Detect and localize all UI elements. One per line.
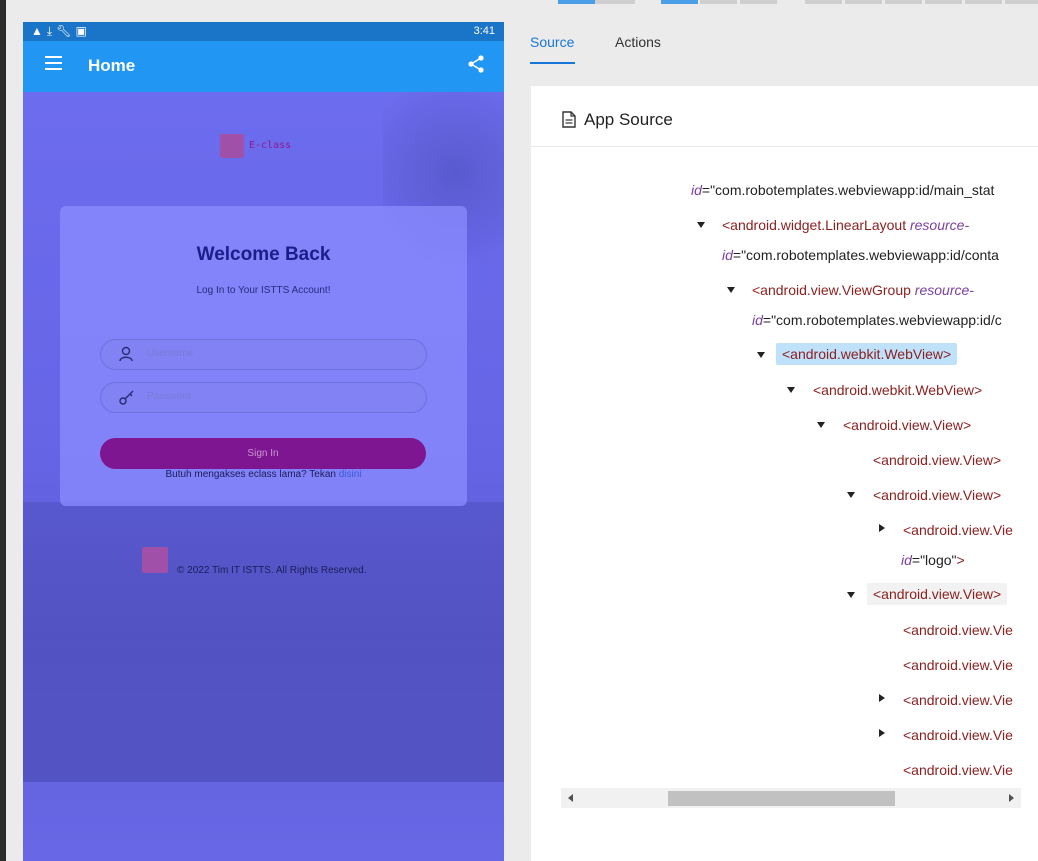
caret-down-icon[interactable]	[697, 222, 705, 228]
top-window-tabs	[520, 0, 1038, 4]
node-attr: resource-	[909, 217, 970, 233]
node-tag: <android.view.Vie	[903, 657, 1013, 673]
node-tag: <android.view.View>	[873, 452, 1002, 468]
node-tag: <android.view.View>	[873, 487, 1002, 503]
active-tab-indicator	[530, 62, 575, 64]
webview-content: E-class Welcome Back Log In to Your ISTT…	[23, 92, 504, 861]
password-field[interactable]: Password	[100, 382, 427, 413]
panel-title: App Source	[584, 110, 673, 129]
caret-right-icon[interactable]	[879, 694, 885, 702]
tree-node-selected[interactable]: <android.webkit.WebView>	[776, 343, 958, 365]
user-icon	[119, 346, 133, 362]
caret-right-icon[interactable]	[879, 524, 885, 532]
node-attr: id	[722, 247, 733, 263]
tree-node-continued: id="com.robotemplates.webviewapp:id/cont…	[722, 247, 999, 263]
legacy-eclass-text: Butuh mengakses eclass lama? Tekan disin…	[60, 469, 467, 480]
inspector-tabs: Source Actions	[520, 20, 1038, 72]
caret-down-icon[interactable]	[757, 352, 765, 358]
footer-copyright: © 2022 Tim IT ISTTS. All Rights Reserved…	[177, 565, 367, 576]
node-tag: <android.view.ViewGroup	[752, 282, 911, 298]
tree-node[interactable]: <android.widget.LinearLayout resource-	[722, 217, 969, 233]
sim-icon: ▣	[75, 24, 91, 38]
node-attr: resource-	[914, 282, 974, 298]
node-tag: <android.view.Vie	[903, 522, 1013, 538]
download-icon: ⤓	[46, 24, 57, 38]
node-attr: id	[752, 312, 763, 328]
welcome-heading: Welcome Back	[196, 244, 331, 265]
node-tag: <android.widget.LinearLayout	[722, 217, 907, 233]
tree-node-continued: id="com.robotemplates.webviewapp:id/c	[752, 312, 1002, 328]
node-tag: <android.webkit.WebView>	[813, 382, 983, 398]
tab-source[interactable]: Source	[530, 34, 574, 50]
share-icon[interactable]	[467, 55, 485, 73]
caret-right-icon[interactable]	[879, 729, 885, 737]
node-attr: id	[691, 182, 702, 198]
node-value: ="logo"	[911, 552, 957, 568]
scroll-right-icon[interactable]	[1009, 794, 1014, 802]
horizontal-scrollbar[interactable]	[561, 788, 1021, 808]
tree-node[interactable]: <android.view.Vie	[903, 692, 1013, 708]
status-bar: ▲⤓🔧︎▣ 3:41	[23, 22, 504, 41]
app-bar: Home	[23, 41, 504, 92]
tree-node[interactable]: <android.view.ViewGroup resource-	[752, 282, 974, 298]
username-placeholder: Username	[147, 348, 194, 359]
caret-down-icon[interactable]	[727, 287, 735, 293]
key-icon	[119, 390, 134, 405]
node-tag: <android.view.Vie	[903, 622, 1013, 638]
node-tag: <android.view.Vie	[903, 762, 1013, 778]
login-subtitle: Log In to Your ISTTS Account!	[196, 285, 331, 296]
app-bar-title: Home	[88, 56, 136, 75]
alert-icon: ▲	[31, 24, 47, 38]
file-icon	[562, 111, 576, 128]
tree-node-hovered[interactable]: <android.view.View>	[867, 583, 1008, 605]
caret-down-icon[interactable]	[817, 422, 825, 428]
caret-down-icon[interactable]	[847, 592, 855, 598]
source-tree: id="com.robotemplates.webviewapp:id/main…	[531, 146, 1038, 796]
node-value: ="com.robotemplates.webviewapp:id/main_s…	[701, 182, 995, 198]
tree-node[interactable]: <android.webkit.WebView>	[813, 382, 982, 398]
status-icons: ▲⤓🔧︎▣	[31, 24, 91, 39]
tree-node[interactable]: <android.view.View>	[873, 487, 1001, 503]
password-placeholder: Password	[147, 391, 191, 402]
tree-node[interactable]: <android.view.Vie	[903, 522, 1013, 538]
code-icon	[220, 134, 244, 158]
tree-node[interactable]: id="com.robotemplates.webviewapp:id/main…	[691, 182, 994, 198]
tree-node[interactable]: <android.view.Vie	[903, 657, 1013, 673]
device-screen[interactable]: ▲⤓🔧︎▣ 3:41 Home E-class Welcome Back Log…	[23, 22, 504, 861]
caret-down-icon[interactable]	[847, 492, 855, 498]
tree-node[interactable]: <android.view.View>	[873, 452, 1001, 468]
app-source-panel: App Source id="com.robotemplates.webview…	[531, 86, 1038, 861]
background-building	[23, 502, 504, 782]
background-window-edge	[0, 0, 6, 861]
node-tag: <android.view.View>	[843, 417, 972, 433]
status-time: 3:41	[473, 25, 495, 37]
tree-node-continued: id="logo">	[901, 552, 965, 568]
node-tag: <android.view.View>	[873, 586, 1002, 602]
wrench-icon: 🔧︎	[56, 24, 76, 38]
sign-in-button[interactable]: Sign In	[100, 438, 426, 469]
menu-icon[interactable]	[45, 56, 62, 70]
login-card: Welcome Back Log In to Your ISTTS Accoun…	[60, 206, 467, 506]
panel-header: App Source	[531, 86, 1038, 147]
tree-node[interactable]: <android.view.View>	[843, 417, 971, 433]
tree-node[interactable]: <android.view.Vie	[903, 727, 1013, 743]
node-tag-close: >	[956, 552, 965, 568]
node-attr: id	[901, 552, 912, 568]
scroll-left-icon[interactable]	[568, 794, 573, 802]
legacy-link[interactable]: disini	[339, 469, 362, 480]
legacy-text: Butuh mengakses eclass lama? Tekan	[165, 469, 336, 480]
scrollbar-thumb[interactable]	[668, 791, 895, 806]
node-tag: <android.webkit.WebView>	[782, 346, 952, 362]
caret-down-icon[interactable]	[787, 387, 795, 393]
node-tag: <android.view.Vie	[903, 727, 1013, 743]
footer-logo-icon	[142, 547, 168, 573]
node-tag: <android.view.Vie	[903, 692, 1013, 708]
username-field[interactable]: Username	[100, 339, 427, 370]
tree-node[interactable]: <android.view.Vie	[903, 622, 1013, 638]
node-value: ="com.robotemplates.webviewapp:id/c	[762, 312, 1002, 328]
tab-actions[interactable]: Actions	[615, 34, 661, 50]
tree-node[interactable]: <android.view.Vie	[903, 762, 1013, 778]
brand-name: E-class	[249, 140, 292, 151]
node-value: ="com.robotemplates.webviewapp:id/conta	[732, 247, 999, 263]
